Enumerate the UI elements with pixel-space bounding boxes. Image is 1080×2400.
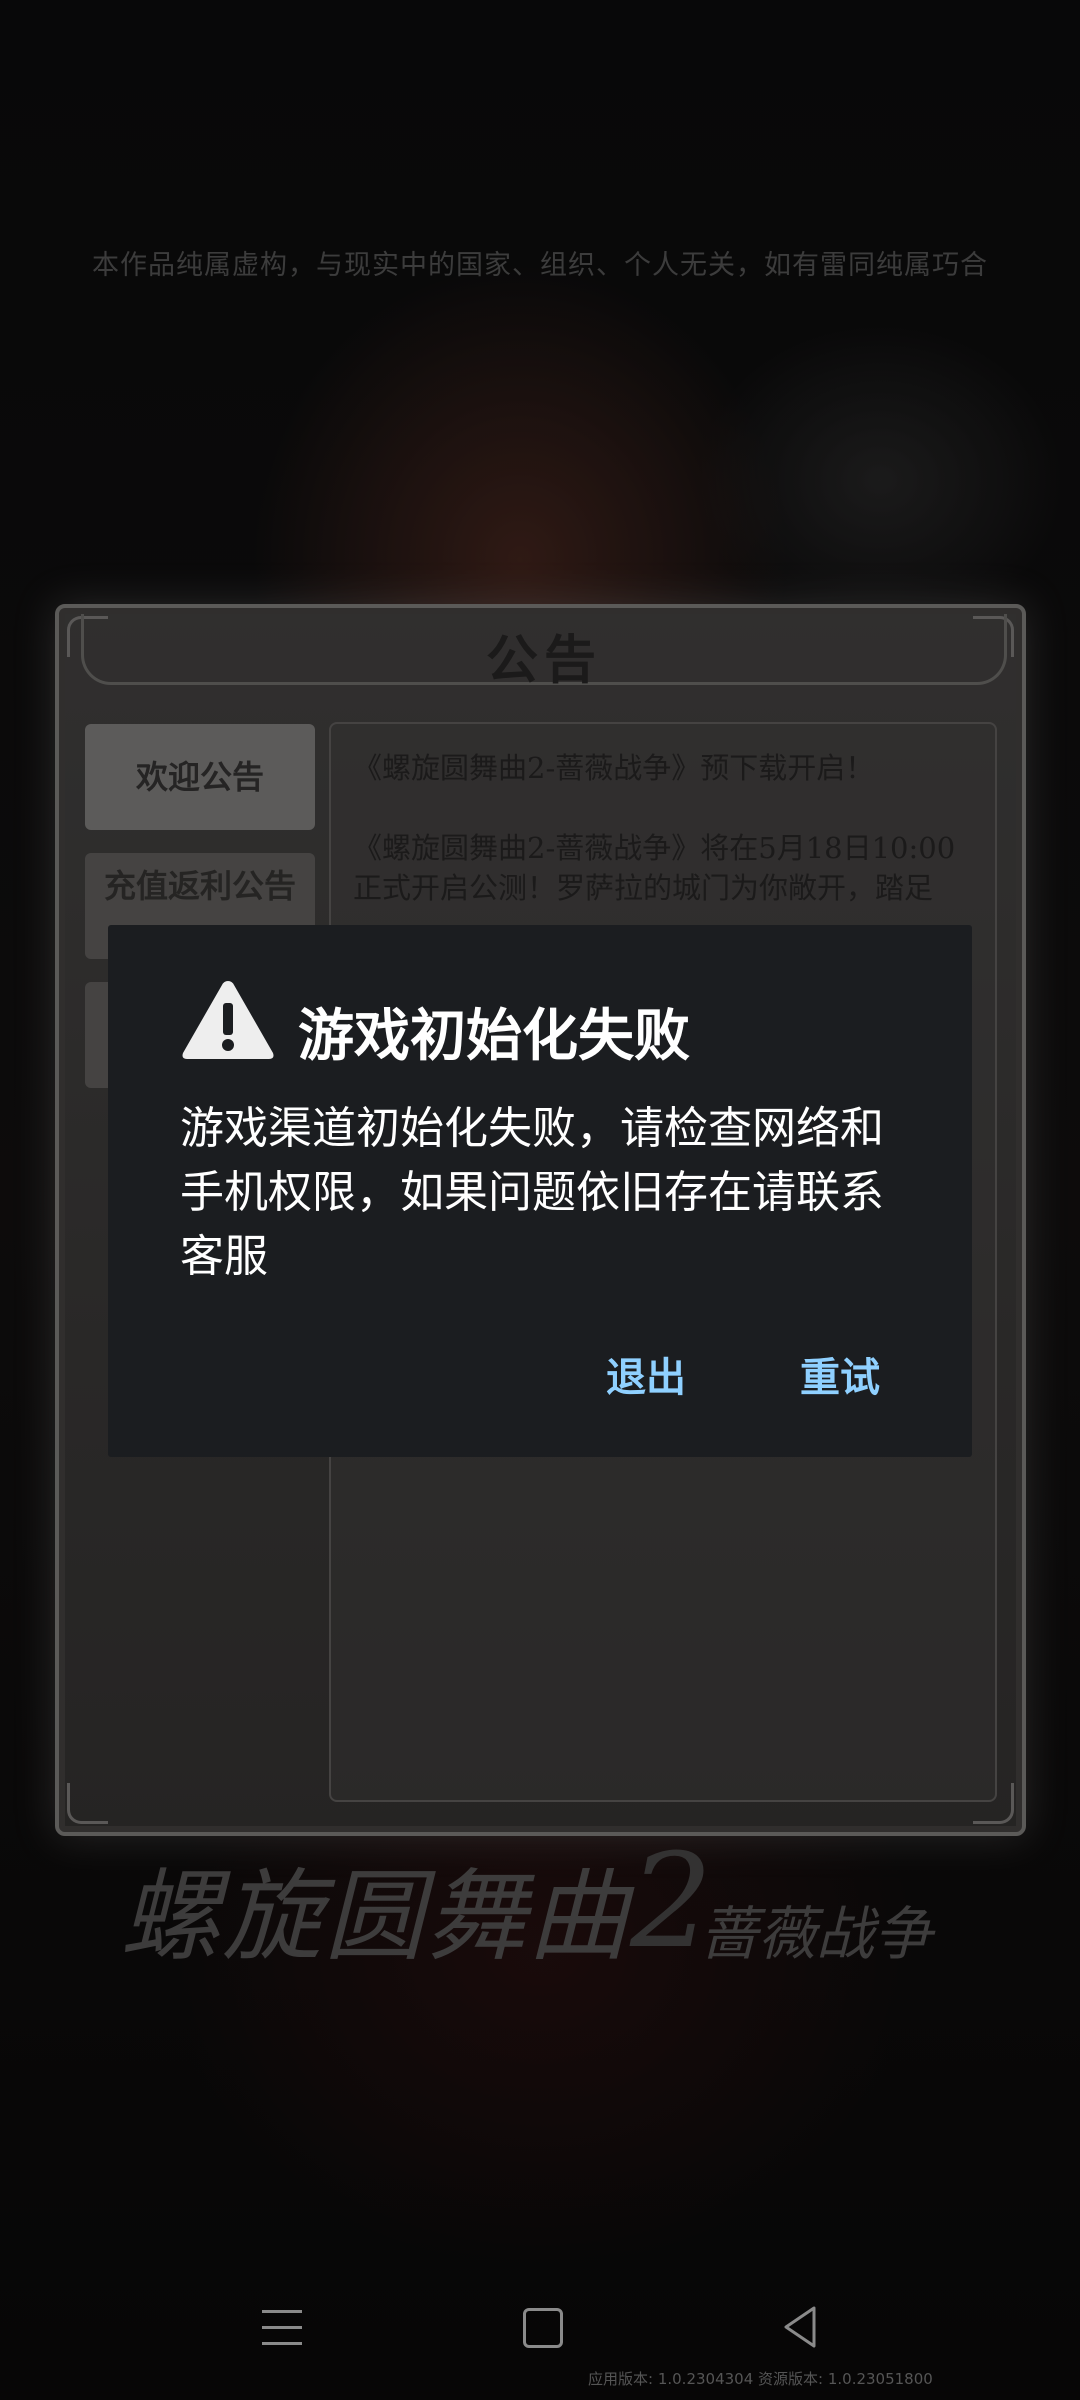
dialog-message: 游戏渠道初始化失败，请检查网络和手机权限，如果问题依旧存在请联系客服 bbox=[180, 1103, 884, 1282]
retry-button[interactable]: 重试 bbox=[800, 1345, 880, 1403]
dialog-title: 游戏初始化失败 bbox=[298, 1004, 690, 1069]
home-icon[interactable] bbox=[523, 2308, 563, 2348]
version-text: 应用版本: 1.0.2304304 资源版本: 1.0.23051800 bbox=[588, 2370, 933, 2388]
back-icon[interactable] bbox=[780, 2304, 820, 2350]
warning-icon bbox=[182, 981, 274, 1059]
exit-button[interactable]: 退出 bbox=[606, 1345, 686, 1403]
menu-icon[interactable] bbox=[262, 2310, 302, 2348]
error-dialog: 游戏初始化失败 游戏渠道初始化失败，请检查网络和手机权限，如果问题依旧存在请联系… bbox=[108, 925, 972, 1457]
system-navigation-bar bbox=[0, 2290, 1080, 2380]
